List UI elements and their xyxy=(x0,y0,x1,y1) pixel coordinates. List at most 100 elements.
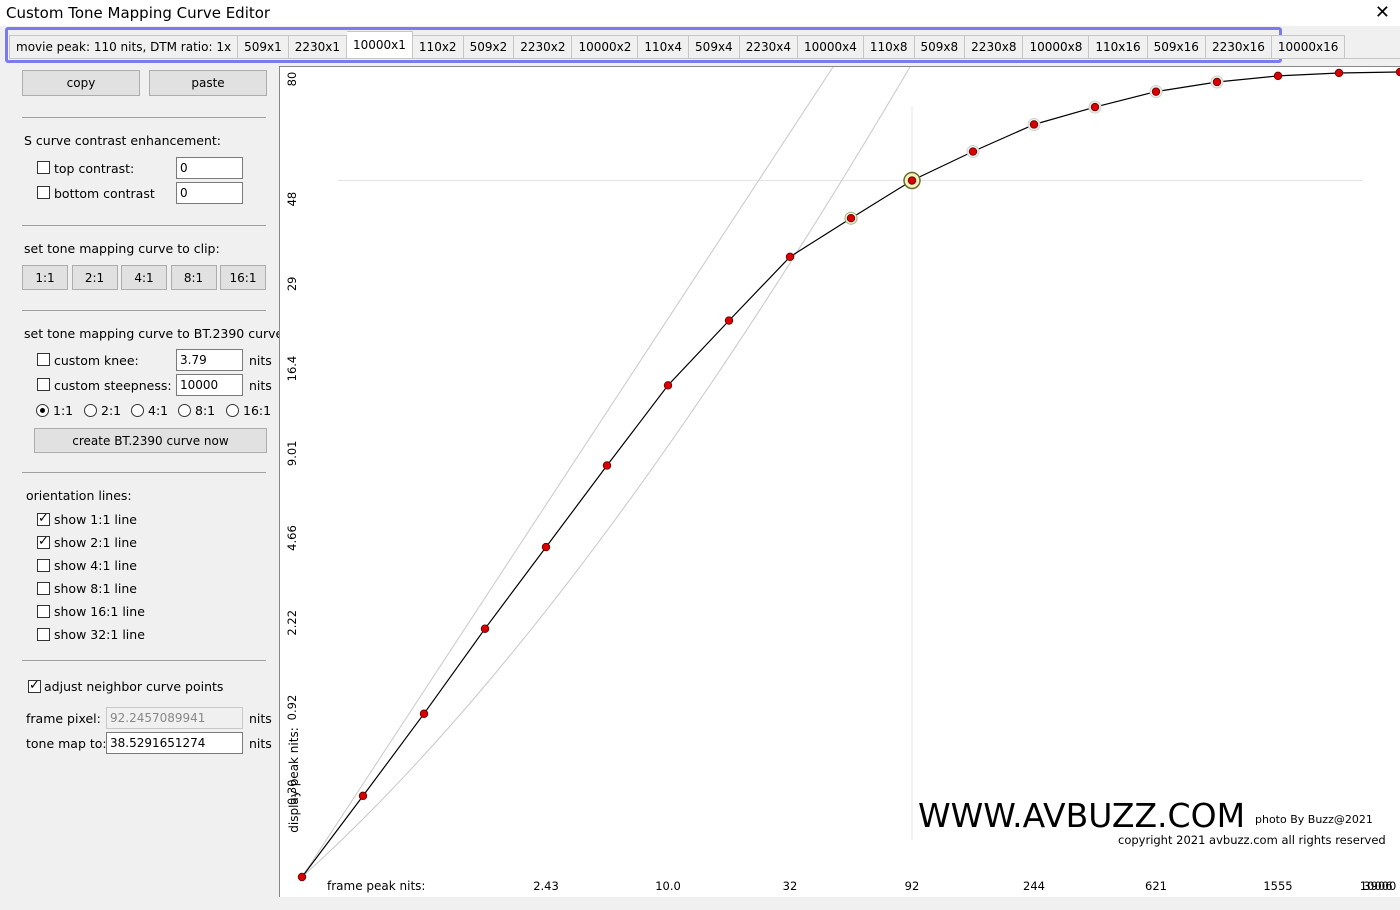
tab-110x4[interactable]: 110x4 xyxy=(638,35,690,59)
window-title: Custom Tone Mapping Curve Editor xyxy=(6,4,271,22)
custom-knee-input[interactable]: 3.79 xyxy=(176,349,243,371)
curve-point[interactable] xyxy=(1395,67,1400,77)
tone-map-input[interactable]: 38.5291651274 xyxy=(106,732,243,754)
clip-button-1-1[interactable]: 1:1 xyxy=(22,265,68,290)
curve-point[interactable] xyxy=(1334,68,1344,78)
custom-knee-checkbox[interactable] xyxy=(37,353,50,366)
curve-point[interactable] xyxy=(663,381,673,390)
tone-curve xyxy=(301,71,1400,878)
curve-point[interactable] xyxy=(480,624,490,633)
curve-point[interactable] xyxy=(907,176,917,185)
curve-point[interactable] xyxy=(846,213,856,223)
tab-110x16[interactable]: 110x16 xyxy=(1089,35,1148,59)
orientation-checkbox[interactable] xyxy=(37,534,50,549)
tab-509x2[interactable]: 509x2 xyxy=(463,35,515,59)
frame-pixel-label: frame pixel: xyxy=(26,711,101,726)
paste-button[interactable]: paste xyxy=(149,70,267,96)
custom-steepness-checkbox[interactable] xyxy=(37,378,50,391)
close-icon[interactable]: ✕ xyxy=(1375,2,1390,23)
ratio-radio-16-1[interactable] xyxy=(226,404,239,417)
tab-110x2[interactable]: 110x2 xyxy=(412,35,464,59)
clip-button-4-1[interactable]: 4:1 xyxy=(121,265,167,290)
frame-pixel-unit: nits xyxy=(249,711,272,726)
x-tick-label: 10.0 xyxy=(655,879,681,893)
create-bt2390-button[interactable]: create BT.2390 curve now xyxy=(34,428,267,453)
adjust-neighbor-checkbox[interactable] xyxy=(28,678,41,693)
copy-button[interactable]: copy xyxy=(22,70,140,96)
curve-point[interactable] xyxy=(785,252,795,262)
watermark: WWW.AVBUZZ.COM xyxy=(918,796,1245,835)
bottom-contrast-input[interactable]: 0 xyxy=(176,182,243,204)
tab-2230x8[interactable]: 2230x8 xyxy=(965,35,1024,59)
divider xyxy=(22,225,266,226)
custom-steepness-label: custom steepness: xyxy=(54,378,172,393)
clip-heading: set tone mapping curve to clip: xyxy=(24,241,220,256)
x-tick-label: 1555 xyxy=(1263,879,1292,893)
curve-point[interactable] xyxy=(602,461,612,470)
ratio-radio-4-1[interactable] xyxy=(131,404,144,417)
tab-2230x16[interactable]: 2230x16 xyxy=(1205,35,1272,59)
orientation-label: show 4:1 line xyxy=(54,558,137,573)
tab-509x16[interactable]: 509x16 xyxy=(1147,35,1206,59)
orientation-checkbox[interactable] xyxy=(37,582,50,595)
top-contrast-checkbox[interactable] xyxy=(37,161,50,174)
knee-unit: nits xyxy=(249,353,272,368)
adjust-neighbor-label: adjust neighbor curve points xyxy=(44,679,224,694)
ratio-radio-1-1[interactable] xyxy=(36,404,49,417)
tab-10000x16[interactable]: 10000x16 xyxy=(1271,35,1346,59)
curve-point[interactable] xyxy=(1151,87,1161,96)
tab-110x8[interactable]: 110x8 xyxy=(863,35,915,59)
y-tick-label: 9.01 xyxy=(285,441,299,467)
x-tick-label: 621 xyxy=(1145,879,1167,893)
curve-point[interactable] xyxy=(968,147,978,156)
tab-movie-peak-110-nits-dtm-ratio-1x[interactable]: movie peak: 110 nits, DTM ratio: 1x xyxy=(9,35,239,59)
curve-point[interactable] xyxy=(297,872,307,882)
tab-divider xyxy=(12,58,1400,59)
orientation-checkbox[interactable] xyxy=(37,559,50,572)
clip-button-2-1[interactable]: 2:1 xyxy=(71,265,118,290)
tab-2230x4[interactable]: 2230x4 xyxy=(739,35,798,59)
custom-steepness-input[interactable]: 10000 xyxy=(176,374,243,396)
tab-509x1[interactable]: 509x1 xyxy=(238,35,289,59)
clip-button-8-1[interactable]: 8:1 xyxy=(170,265,217,290)
clip-button-16-1[interactable]: 16:1 xyxy=(220,265,266,290)
frame-pixel-input[interactable]: 92.2457089941 xyxy=(106,707,243,729)
bt2390-heading: set tone mapping curve to BT.2390 curve: xyxy=(24,326,288,341)
tab-509x4[interactable]: 509x4 xyxy=(689,35,740,59)
ratio-radio-2-1[interactable] xyxy=(84,404,97,417)
y-tick-label: 2.22 xyxy=(285,610,299,636)
tab-10000x8[interactable]: 10000x8 xyxy=(1023,35,1090,59)
bottom-contrast-checkbox[interactable] xyxy=(37,186,50,199)
curve-point[interactable] xyxy=(419,709,429,718)
orientation-checkbox[interactable] xyxy=(37,605,50,618)
orientation-checkbox[interactable] xyxy=(37,511,50,526)
tab-2230x2[interactable]: 2230x2 xyxy=(514,35,573,59)
curve-point[interactable] xyxy=(1273,71,1283,81)
title-bar: Custom Tone Mapping Curve Editor ✕ xyxy=(0,0,1400,26)
tab-509x8[interactable]: 509x8 xyxy=(914,35,966,59)
divider xyxy=(22,117,266,118)
s-curve-heading: S curve contrast enhancement: xyxy=(24,133,222,148)
orientation-label: show 16:1 line xyxy=(54,604,145,619)
curve-point[interactable] xyxy=(358,791,368,801)
tab-2230x1[interactable]: 2230x1 xyxy=(288,35,347,59)
curve-plot-svg[interactable]: 0.300.922.224.669.0116.4294880 2.43 10.0 3… xyxy=(280,66,1400,897)
ratio-radio-label: 16:1 xyxy=(243,403,272,418)
curve-plot[interactable]: 0.30 0.92 2.22 4.66 9.01 16.4 29 48 80 2.43 10.0 3… xyxy=(279,66,1400,897)
tone-map-label: tone map to: xyxy=(26,736,107,751)
curve-point[interactable] xyxy=(1029,120,1039,129)
ratio-radio-label: 4:1 xyxy=(148,403,169,418)
y-tick-label: 80 xyxy=(285,72,299,87)
tab-10000x1[interactable]: 10000x1 xyxy=(347,31,413,58)
tab-10000x2[interactable]: 10000x2 xyxy=(572,35,639,59)
tab-10000x4[interactable]: 10000x4 xyxy=(797,35,864,59)
photo-credit: photo By Buzz@2021 xyxy=(1255,813,1373,826)
curve-point[interactable] xyxy=(1090,102,1100,112)
orientation-checkbox[interactable] xyxy=(37,628,50,641)
x-axis-label: frame peak nits: xyxy=(327,879,425,893)
curve-point[interactable] xyxy=(1212,77,1222,87)
top-contrast-input[interactable]: 0 xyxy=(176,157,243,179)
ratio-radio-8-1[interactable] xyxy=(178,404,191,417)
curve-point[interactable] xyxy=(724,316,734,325)
curve-point[interactable] xyxy=(541,542,551,552)
